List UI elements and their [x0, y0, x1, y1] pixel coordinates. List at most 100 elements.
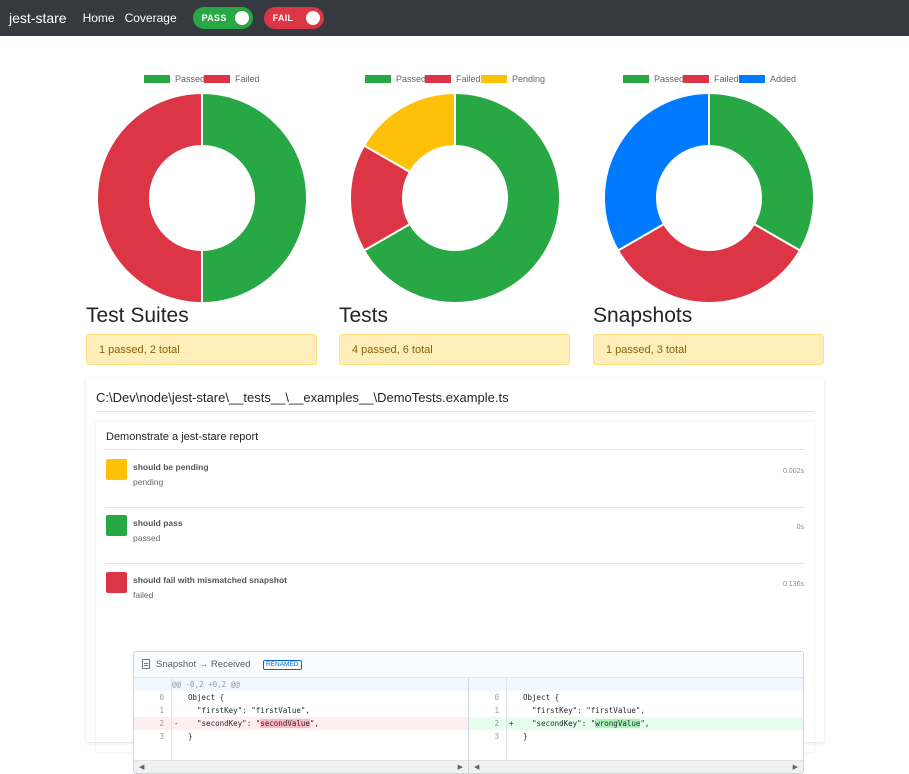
failed-status-box — [106, 572, 127, 593]
legend-swatch — [365, 75, 391, 83]
legend-item-failed[interactable]: Failed — [683, 74, 739, 84]
donut-chart — [603, 92, 815, 304]
test-duration: 0.002s — [782, 468, 804, 475]
test-title: should pass — [133, 518, 183, 528]
file-card: C:\Dev\node\jest-stare\__tests__\__examp… — [86, 378, 824, 774]
donut-chart — [96, 92, 308, 304]
file-icon — [142, 659, 150, 669]
snapshots-chart: Passed Failed Added — [599, 72, 819, 304]
legend-swatch — [425, 75, 451, 83]
toggle-knob — [234, 11, 249, 25]
legend-item-failed[interactable]: Failed — [425, 74, 481, 84]
line-number: 3 — [494, 732, 499, 741]
tests-title: Tests — [339, 304, 389, 327]
legend-swatch — [739, 75, 765, 83]
legend-item-passed[interactable]: Passed — [365, 74, 426, 84]
snapshots-summary: 1 passed, 3 total — [593, 334, 824, 365]
test-status: pending — [133, 477, 164, 487]
gutter-divider — [171, 678, 172, 758]
legend-label: Added — [770, 74, 797, 84]
line-number: 2 — [494, 719, 499, 728]
scroll-right-icon[interactable]: ▶ — [793, 763, 798, 771]
deleted-line: 2 - "secondKey": "secondValue", — [134, 717, 468, 730]
diff-line: 1 "firstKey": "firstValue", — [134, 704, 468, 717]
added-value: wrongValue — [595, 719, 641, 728]
scroll-left-icon[interactable]: ◀ — [474, 763, 479, 771]
test-row: should be pending pending 0.002s — [106, 459, 804, 508]
diff-left-side: @@ -0,2 +0,2 @@ 0 Object { 1 "firstKey":… — [134, 678, 468, 758]
diff-right-side: 0 Object { 1 "firstKey": "firstValue", 2… — [469, 678, 803, 758]
legend-label: Passed — [175, 74, 206, 84]
scroll-left-icon[interactable]: ◀ — [139, 763, 144, 771]
right-horizontal-scrollbar[interactable]: ◀ ▶ — [469, 760, 803, 773]
slice-passed[interactable] — [708, 92, 815, 252]
hunk-text: @@ -0,2 +0,2 @@ — [172, 680, 240, 689]
pass-toggle-label: PASS — [201, 13, 227, 23]
slice-failed[interactable] — [96, 92, 203, 304]
diff-line: 3 } — [469, 730, 803, 743]
nav-link-coverage[interactable]: Coverage — [125, 11, 177, 25]
code-text: Object { — [188, 693, 225, 702]
line-number: 1 — [159, 706, 164, 715]
line-number: 0 — [494, 693, 499, 702]
code-text: "secondKey": "secondValue", — [188, 717, 319, 730]
test-status: failed — [133, 590, 154, 600]
code-suffix: ", — [640, 719, 650, 728]
legend-swatch — [683, 75, 709, 83]
legend-item-failed[interactable]: Failed — [204, 74, 260, 84]
hunk-line: @@ -0,2 +0,2 @@ — [134, 678, 468, 691]
legend-swatch — [144, 75, 170, 83]
code-text: "firstKey": "firstValue", — [523, 706, 645, 715]
legend-swatch — [204, 75, 230, 83]
test-title: should fail with mismatched snapshot — [133, 575, 287, 585]
diff-line: 3 } — [134, 730, 468, 743]
legend-label: Failed — [235, 74, 260, 84]
test-suites-title: Test Suites — [86, 304, 189, 327]
code-text: "firstKey": "firstValue", — [188, 706, 310, 715]
slice-passed[interactable] — [201, 92, 308, 304]
line-number: 3 — [159, 732, 164, 741]
legend-item-pending[interactable]: Pending — [481, 74, 545, 84]
legend-item-added[interactable]: Added — [739, 74, 796, 84]
navbar: jest-stare Home Coverage PASS FAIL — [0, 0, 909, 36]
pass-toggle[interactable]: PASS — [192, 7, 253, 29]
tests-chart: Passed Failed Pending — [345, 72, 565, 304]
test-status: passed — [133, 533, 161, 543]
donut-chart — [349, 92, 561, 304]
fail-toggle[interactable]: FAIL — [263, 7, 324, 29]
gutter-divider — [506, 678, 507, 758]
code-suffix: ", — [309, 719, 319, 728]
renamed-badge: RENAMED — [263, 660, 302, 670]
code-prefix: "secondKey": " — [188, 719, 261, 728]
test-suites-chart: Passed Failed — [92, 72, 312, 304]
test-row: should fail with mismatched snapshot fai… — [106, 572, 804, 620]
brand[interactable]: jest-stare — [9, 10, 67, 26]
legend-item-passed[interactable]: Passed — [144, 74, 205, 84]
line-number: 2 — [159, 719, 164, 728]
test-row: should pass passed 0s — [106, 515, 804, 564]
nav-link-home[interactable]: Home — [83, 11, 115, 25]
legend-label: Pending — [512, 74, 546, 84]
diff-line: 1 "firstKey": "firstValue", — [469, 704, 803, 717]
describe-card: Demonstrate a jest-stare report should b… — [96, 422, 814, 774]
legend-label: Failed — [456, 74, 481, 84]
snapshots-title: Snapshots — [593, 304, 693, 327]
legend-item-passed[interactable]: Passed — [623, 74, 684, 84]
snapshot-diff-panel: Snapshot → Received RENAMED @@ -0,2 +0,2… — [133, 651, 804, 774]
legend-swatch — [481, 75, 507, 83]
removed-value: secondValue — [260, 719, 310, 728]
diff-header-text: Snapshot → Received — [156, 659, 251, 670]
pending-status-box — [106, 459, 127, 480]
test-title: should be pending — [133, 462, 209, 472]
deletion-sign: - — [174, 719, 179, 728]
tests-summary: 4 passed, 6 total — [339, 334, 570, 365]
code-text: Object { — [523, 693, 560, 702]
chart-legend: Passed Failed Added — [599, 72, 819, 86]
chart-legend: Passed Failed — [92, 72, 312, 86]
left-horizontal-scrollbar[interactable]: ◀ ▶ — [134, 760, 468, 773]
slice-added[interactable] — [603, 92, 710, 252]
test-duration: 0s — [796, 524, 804, 531]
test-suites-summary: 1 passed, 2 total — [86, 334, 317, 365]
scroll-right-icon[interactable]: ▶ — [458, 763, 463, 771]
legend-label: Passed — [654, 74, 685, 84]
